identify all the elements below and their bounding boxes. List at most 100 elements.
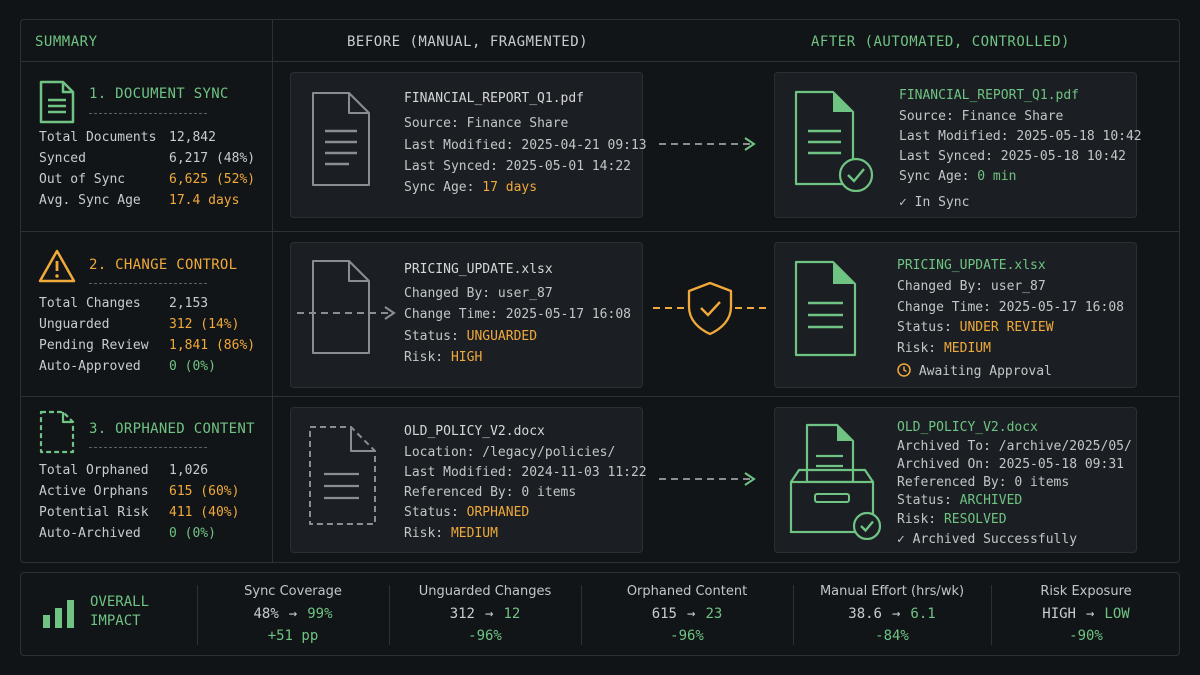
detail-line: Last Synced: 2025-05-01 14:22 (404, 159, 631, 174)
detail-line: Last Synced: 2025-05-18 10:42 (899, 149, 1126, 164)
stat-label: Total Changes (39, 296, 141, 311)
warning-icon (38, 249, 76, 283)
detail-label: Source: (404, 116, 459, 131)
stat-value: 1,841 (86%) (169, 338, 256, 353)
metric-before: 48% (253, 606, 279, 622)
detail-value: user_87 (990, 279, 1046, 294)
metric-values: HIGH → LOW (991, 606, 1181, 622)
detail-value: MEDIUM (450, 526, 498, 541)
status-text: Archived Successfully (912, 532, 1078, 547)
stat-value: 12,842 (169, 130, 216, 145)
detail-value: ORPHANED (466, 505, 530, 520)
dashed-document-icon (39, 410, 75, 454)
file-name: PRICING_UPDATE.xlsx (897, 258, 1046, 273)
stat-label: Total Orphaned (39, 463, 149, 478)
metric-after: 12 (503, 606, 521, 622)
title-underline (89, 113, 207, 114)
after-card-document-sync: FINANCIAL_REPORT_Q1.pdf Source: Finance … (774, 72, 1142, 218)
metric-label: Sync Coverage (244, 584, 342, 599)
metric-label: Orphaned Content (626, 584, 748, 599)
metric-delta: -84% (875, 628, 909, 644)
after-card-orphaned-content: OLD_POLICY_V2.docx Archived To: /archive… (774, 407, 1137, 553)
detail-line: Risk: MEDIUM (897, 341, 991, 356)
after-header: AFTER (AUTOMATED, CONTROLLED) (811, 34, 1070, 50)
shield-check-icon (653, 281, 767, 336)
detail-label: Last Modified: (404, 465, 514, 480)
detail-label: Referenced By: (897, 475, 1007, 490)
detail-label: Risk: (897, 341, 937, 356)
detail-label: Last Modified: (404, 138, 514, 153)
detail-line: Source: Finance Share (404, 116, 568, 131)
metric-delta: -96% (468, 628, 502, 644)
status-badge: ✓ Archived Successfully (897, 532, 1077, 547)
metric-after: 6.1 (910, 606, 936, 622)
detail-line: Status: UNGUARDED (404, 329, 537, 344)
dashed-arrow-icon (297, 306, 396, 320)
detail-label: Last Synced: (404, 159, 498, 174)
stat-value: 411 (40%) (169, 505, 240, 520)
stat-value: 17.4 days (169, 193, 240, 208)
stat-value: 1,026 (169, 463, 209, 478)
detail-value: Finance Share (466, 116, 569, 131)
archive-box-icon (789, 423, 882, 540)
document-check-icon (794, 90, 874, 193)
stat-value: 2,153 (169, 296, 209, 311)
bar-chart-icon (43, 600, 74, 628)
detail-line: Change Time: 2025-05-17 16:08 (897, 300, 1124, 315)
dashed-document-icon (309, 426, 376, 525)
detail-line: Referenced By: 0 items (404, 485, 576, 500)
status-badge: Awaiting Approval (897, 363, 1052, 379)
detail-line: Risk: MEDIUM (404, 526, 498, 541)
detail-line: Archived On: 2025-05-18 09:31 (897, 457, 1124, 472)
metric-delta: -90% (1069, 628, 1103, 644)
detail-line: Referenced By: 0 items (897, 475, 1069, 490)
stat-value: 0 (0%) (169, 359, 216, 374)
detail-line: Sync Age: 17 days (404, 180, 537, 195)
before-card-change-control: PRICING_UPDATE.xlsx Changed By: user_87 … (290, 242, 643, 388)
arrow-right-icon: → (687, 606, 696, 622)
detail-label: Change Time: (404, 307, 498, 322)
metric-delta: +51 pp (267, 628, 319, 644)
detail-value: 2024-11-03 11:22 (521, 465, 647, 480)
detail-value: /archive/2025/05/ (998, 439, 1132, 454)
metric-label: Unguarded Changes (418, 584, 552, 599)
impact-metric: Risk Exposure HIGH → LOW -90% (991, 573, 1181, 657)
dashed-arrow-icon (659, 137, 756, 151)
file-name: OLD_POLICY_V2.docx (897, 420, 1038, 435)
file-name: PRICING_UPDATE.xlsx (404, 262, 553, 277)
detail-value: RESOLVED (943, 512, 1007, 527)
detail-line: Sync Age: 0 min (899, 169, 1016, 184)
section-title: 2. CHANGE CONTROL (89, 257, 238, 273)
detail-label: Location: (404, 445, 475, 460)
detail-label: Referenced By: (404, 485, 514, 500)
impact-title-line: IMPACT (90, 613, 141, 629)
detail-label: Risk: (897, 512, 937, 527)
check-icon: ✓ (899, 195, 907, 210)
summary-header: SUMMARY (35, 34, 98, 50)
section-title: 1. DOCUMENT SYNC (89, 86, 229, 102)
detail-value: 2025-04-21 09:13 (521, 138, 647, 153)
detail-label: Status: (404, 329, 459, 344)
detail-label: Status: (897, 493, 952, 508)
dashed-arrow-icon (659, 472, 756, 486)
metric-values: 48% → 99% (197, 606, 389, 622)
detail-value: 2025-05-17 16:08 (998, 300, 1124, 315)
stat-label: Out of Sync (39, 172, 126, 187)
metric-label: Risk Exposure (1040, 584, 1132, 599)
file-name: FINANCIAL_REPORT_Q1.pdf (404, 91, 585, 106)
detail-line: Last Modified: 2024-11-03 11:22 (404, 465, 647, 480)
metric-values: 615 → 23 (581, 606, 793, 622)
arrow-right-icon: → (288, 606, 298, 622)
detail-line: Status: ORPHANED (404, 505, 529, 520)
detail-label: Change Time: (897, 300, 991, 315)
detail-value: 2025-05-01 14:22 (505, 159, 631, 174)
detail-label: Sync Age: (899, 169, 970, 184)
divider (21, 231, 1179, 232)
before-card-document-sync: FINANCIAL_REPORT_Q1.pdf Source: Finance … (290, 72, 647, 218)
detail-label: Last Synced: (899, 149, 993, 164)
impact-title-line: OVERALL (90, 594, 150, 610)
stat-label: Total Documents (39, 130, 157, 145)
detail-label: Status: (404, 505, 459, 520)
metric-after: 99% (307, 606, 333, 622)
after-card-change-control: PRICING_UPDATE.xlsx Changed By: user_87 … (774, 242, 1137, 388)
